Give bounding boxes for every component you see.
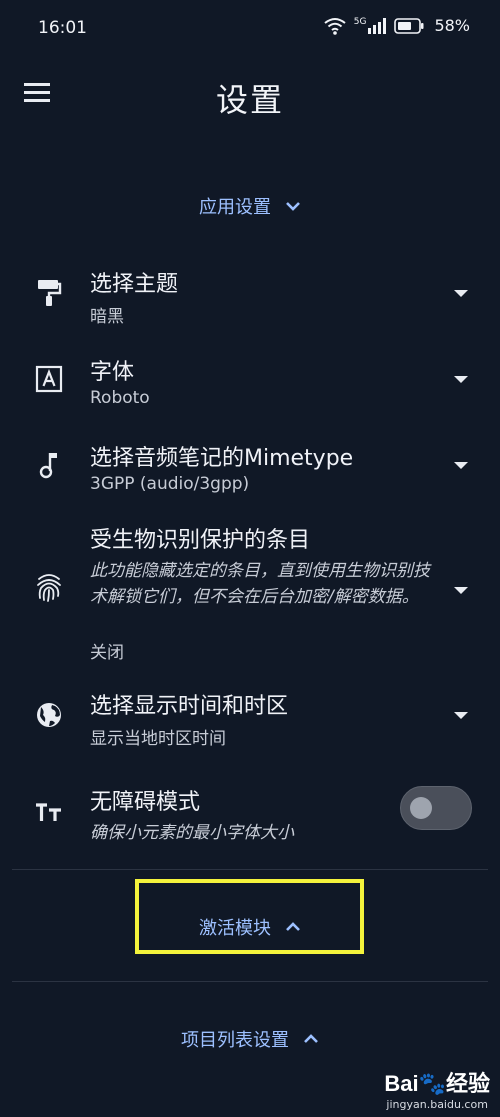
setting-timezone[interactable]: 选择显示时间和时区 显示当地时区时间 xyxy=(0,682,500,752)
setting-audio-mimetype[interactable]: 选择音频笔记的Mimetype 3GPP (audio/3gpp) xyxy=(0,432,500,502)
watermark-brand: Bai🐾经验 xyxy=(384,1071,490,1096)
status-time: 16:01 xyxy=(38,18,87,38)
fingerprint-icon xyxy=(34,572,64,602)
network-type-label: 5G xyxy=(353,16,367,27)
paint-roller-icon xyxy=(34,278,64,308)
divider xyxy=(12,981,488,982)
page-title: 设置 xyxy=(215,81,284,119)
watermark-url: jingyan.baidu.com xyxy=(386,1098,488,1111)
globe-icon xyxy=(34,700,64,730)
baidu-watermark: Bai🐾经验 jingyan.baidu.com xyxy=(384,1066,490,1111)
dropdown-arrow-icon xyxy=(454,376,468,383)
music-note-icon xyxy=(34,450,64,480)
setting-title: 受生物识别保护的条目 xyxy=(90,528,311,553)
section-app-settings[interactable]: 应用设置 xyxy=(0,181,500,231)
signal-icon xyxy=(368,17,387,34)
setting-description: 确保小元素的最小字体大小 xyxy=(90,823,294,843)
toggle-knob xyxy=(410,797,432,819)
font-icon xyxy=(34,364,64,394)
dropdown-arrow-icon xyxy=(454,462,468,469)
setting-value: 显示当地时区时间 xyxy=(90,729,226,749)
setting-theme[interactable]: 选择主题 暗黑 xyxy=(0,258,500,334)
section-label: 应用设置 xyxy=(199,197,271,218)
setting-value: 暗黑 xyxy=(90,307,124,327)
chevron-down-icon xyxy=(286,202,300,211)
dropdown-arrow-icon xyxy=(454,290,468,297)
status-bar: 16:01 5G 58% xyxy=(0,0,500,58)
section-label: 项目列表设置 xyxy=(181,1030,289,1051)
status-icons: 5G 58% xyxy=(324,16,470,35)
setting-value: 3GPP (audio/3gpp) xyxy=(90,474,250,494)
setting-title: 选择音频笔记的Mimetype xyxy=(90,446,354,471)
divider xyxy=(12,869,488,870)
app-bar: 设置 xyxy=(0,58,500,138)
setting-value: 关闭 xyxy=(90,643,124,663)
highlight-box xyxy=(135,879,364,954)
wifi-icon xyxy=(324,17,346,35)
setting-font[interactable]: 字体 Roboto xyxy=(0,348,500,414)
accessibility-toggle[interactable] xyxy=(400,786,472,830)
dropdown-arrow-icon xyxy=(454,712,468,719)
setting-accessibility[interactable]: 无障碍模式 确保小元素的最小字体大小 xyxy=(0,780,500,846)
battery-icon xyxy=(394,17,424,34)
setting-value: Roboto xyxy=(90,388,150,408)
setting-biometric[interactable]: 受生物识别保护的条目 此功能隐藏选定的条目，直到使用生物识别技术解锁它们，但不会… xyxy=(0,518,500,664)
setting-title: 选择主题 xyxy=(90,272,179,297)
setting-title: 无障碍模式 xyxy=(90,790,201,815)
chevron-up-icon xyxy=(304,1034,318,1043)
dropdown-arrow-icon xyxy=(454,587,468,594)
battery-percentage: 58% xyxy=(434,16,470,35)
setting-title: 字体 xyxy=(90,360,135,385)
section-item-list-settings[interactable]: 项目列表设置 xyxy=(0,1014,500,1064)
setting-title: 选择显示时间和时区 xyxy=(90,694,289,719)
setting-description: 此功能隐藏选定的条目，直到使用生物识别技术解锁它们，但不会在后台加密/解密数据。 xyxy=(90,561,430,607)
text-size-icon xyxy=(34,796,64,826)
